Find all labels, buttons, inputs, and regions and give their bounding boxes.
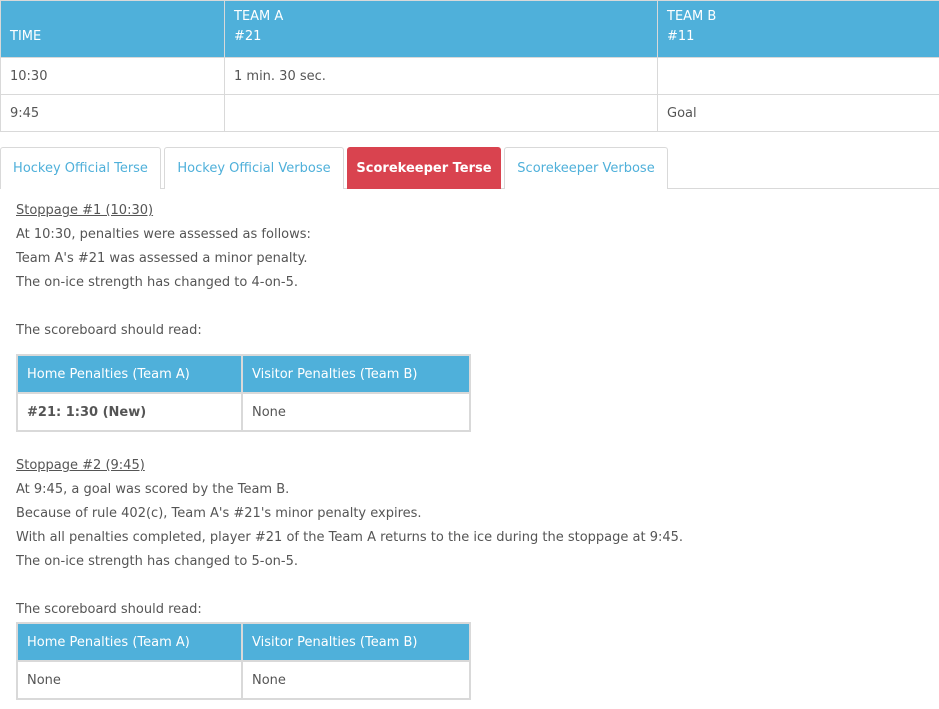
tab-hockey-official-verbose[interactable]: Hockey Official Verbose	[164, 147, 344, 189]
stoppage-title: Stoppage #1 (10:30)	[16, 203, 154, 218]
stoppage-line: At 9:45, a goal was scored by the Team B…	[16, 482, 290, 497]
home-penalties-header: Home Penalties (Team A)	[16, 622, 243, 662]
view-tabs: Hockey Official Terse Hockey Official Ve…	[0, 147, 939, 189]
stoppage-line: With all penalties completed, player #21…	[16, 530, 684, 545]
visitor-penalties-value: None	[241, 660, 471, 700]
home-penalties-header: Home Penalties (Team A)	[16, 354, 243, 394]
penalty-events-table: TIME TEAM A #21 TEAM B #11 10:30 1 min. 30…	[0, 0, 939, 132]
team-a-player: #21	[234, 29, 262, 44]
team-b-column-header: TEAM B #11	[657, 0, 939, 58]
time-cell: 10:30	[0, 57, 225, 95]
team-a-cell: 1 min. 30 sec.	[224, 57, 658, 95]
scoreboard-intro: The scoreboard should read:	[16, 602, 202, 617]
home-penalties-value: None	[16, 660, 243, 700]
tab-scorekeeper-verbose[interactable]: Scorekeeper Verbose	[504, 147, 668, 189]
home-penalties-value: #21: 1:30 (New)	[16, 392, 243, 432]
tab-scorekeeper-terse[interactable]: Scorekeeper Terse	[347, 147, 501, 189]
team-b-player: #11	[667, 29, 695, 44]
stoppage-line: At 10:30, penalties were assessed as fol…	[16, 227, 311, 242]
visitor-penalties-value: None	[241, 392, 471, 432]
team-b-cell	[657, 57, 939, 95]
team-b-cell: Goal	[657, 94, 939, 132]
scoreboard-intro: The scoreboard should read:	[16, 323, 202, 338]
scoreboard-table: Home Penalties (Team A) Visitor Penaltie…	[16, 622, 471, 700]
team-b-name: TEAM B	[667, 9, 717, 24]
stoppage-line: The on-ice strength has changed to 4-on-…	[16, 275, 298, 290]
table-row: 9:45 Goal	[0, 94, 939, 132]
stoppage-2: Stoppage #2 (9:45) At 9:45, a goal was s…	[16, 454, 683, 700]
time-cell: 9:45	[0, 94, 225, 132]
stoppage-1: Stoppage #1 (10:30) At 10:30, penalties …	[16, 199, 471, 432]
events-header-row: TIME TEAM A #21 TEAM B #11	[0, 0, 939, 58]
visitor-penalties-header: Visitor Penalties (Team B)	[241, 622, 471, 662]
stoppage-line: The on-ice strength has changed to 5-on-…	[16, 554, 298, 569]
team-a-name: TEAM A	[234, 9, 284, 24]
team-a-column-header: TEAM A #21	[224, 0, 658, 58]
tab-hockey-official-terse[interactable]: Hockey Official Terse	[0, 147, 161, 189]
table-row: 10:30 1 min. 30 sec.	[0, 57, 939, 95]
team-a-cell	[224, 94, 658, 132]
time-column-header: TIME	[0, 0, 225, 58]
stoppage-line: Because of rule 402(c), Team A's #21's m…	[16, 506, 422, 521]
stoppage-line: Team A's #21 was assessed a minor penalt…	[16, 251, 308, 266]
visitor-penalties-header: Visitor Penalties (Team B)	[241, 354, 471, 394]
stoppage-title: Stoppage #2 (9:45)	[16, 458, 145, 473]
scoreboard-table: Home Penalties (Team A) Visitor Penaltie…	[16, 354, 471, 432]
